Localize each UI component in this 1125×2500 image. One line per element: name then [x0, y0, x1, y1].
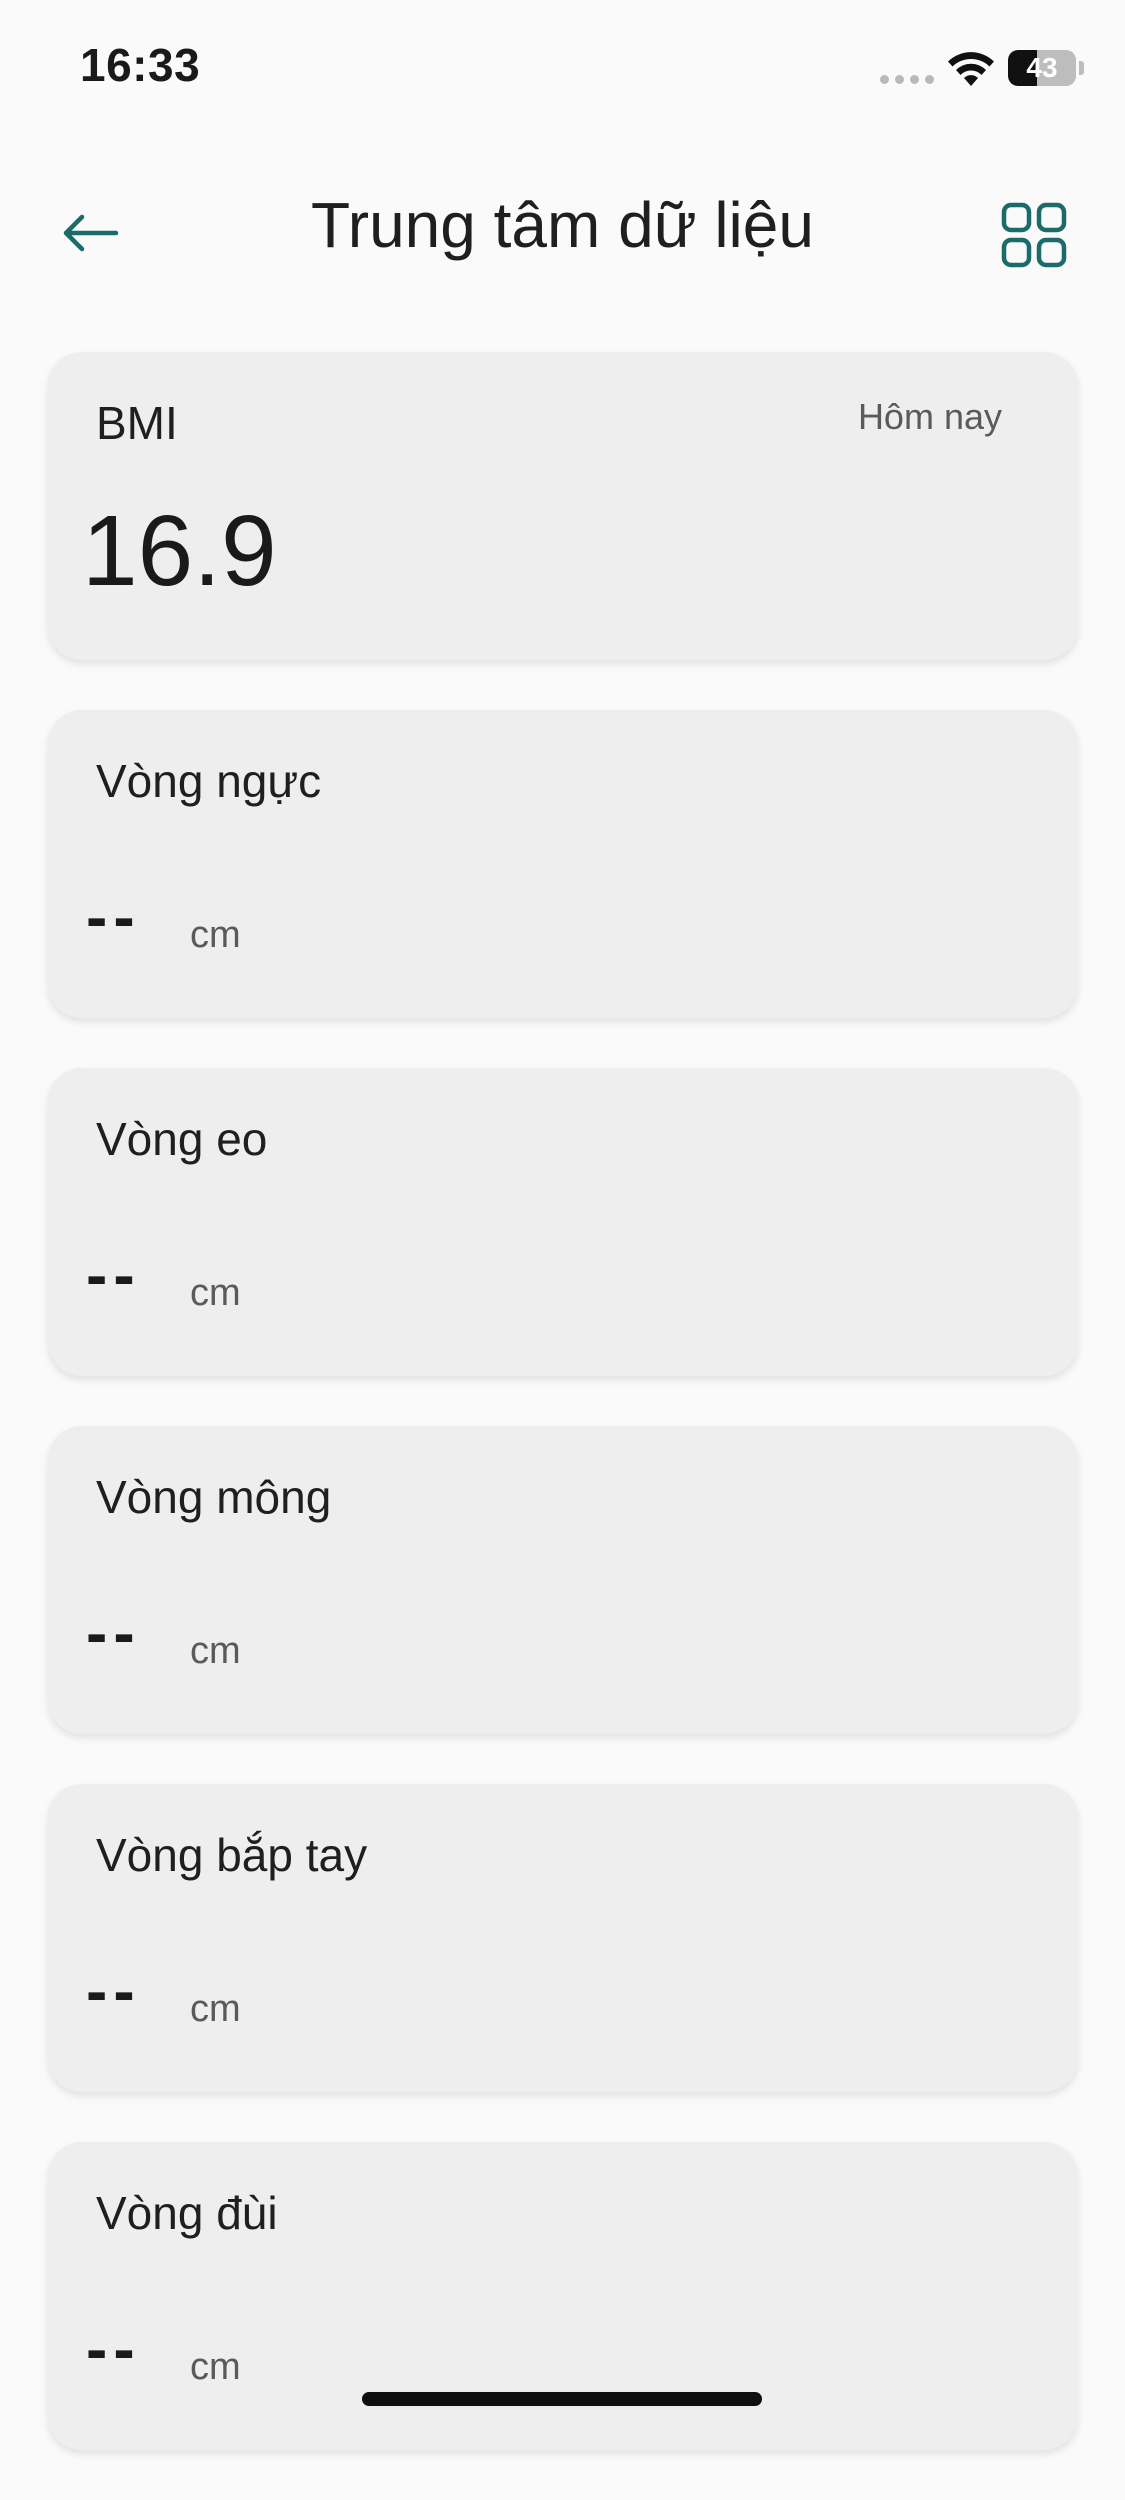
status-time: 16:33 [80, 39, 201, 91]
grid-menu-button[interactable] [994, 195, 1074, 275]
measurement-value: -- [86, 881, 141, 953]
bmi-card[interactable]: BMI Hôm nay 16.9 [48, 352, 1078, 660]
battery-level: 43 [1026, 52, 1058, 83]
card-label: Vòng đùi [96, 2187, 278, 2239]
hip-card[interactable]: Vòng mông -- cm [48, 1426, 1078, 1734]
waist-card[interactable]: Vòng eo -- cm [48, 1068, 1078, 1376]
status-bar: 16:33 43 [0, 0, 1125, 140]
cellular-signal-icon [880, 75, 934, 84]
battery-icon: 43 [1008, 50, 1076, 86]
bicep-card[interactable]: Vòng bắp tay -- cm [48, 1784, 1078, 2092]
app-header: Trung tâm dữ liệu [0, 170, 1125, 290]
card-label: Vòng mông [96, 1471, 332, 1523]
measurement-value: -- [86, 2313, 141, 2385]
measurement-unit: cm [190, 1630, 241, 1672]
measurement-value: -- [86, 1239, 141, 1311]
measurement-unit: cm [190, 914, 241, 956]
measurement-unit: cm [190, 1988, 241, 2030]
card-label: Vòng eo [96, 1113, 268, 1165]
card-label: BMI [96, 397, 178, 449]
card-label: Vòng bắp tay [96, 1829, 368, 1881]
battery-cap [1079, 61, 1084, 75]
measurement-unit: cm [190, 1272, 241, 1314]
wifi-icon [948, 52, 994, 86]
chest-card[interactable]: Vòng ngực -- cm [48, 710, 1078, 1018]
card-date: Hôm nay [857, 396, 1002, 437]
measurement-value: -- [86, 1955, 141, 2027]
home-indicator [362, 2392, 762, 2406]
card-label: Vòng ngực [96, 755, 322, 807]
page-title: Trung tâm dữ liệu [311, 189, 814, 261]
data-card-list: BMI Hôm nay 16.9 Vòng ngực -- cm Vòng eo… [48, 352, 1078, 2500]
grid-icon [1001, 202, 1067, 268]
measurement-value: -- [86, 1597, 141, 1669]
bmi-value: 16.9 [82, 495, 277, 607]
measurement-unit: cm [190, 2346, 241, 2388]
